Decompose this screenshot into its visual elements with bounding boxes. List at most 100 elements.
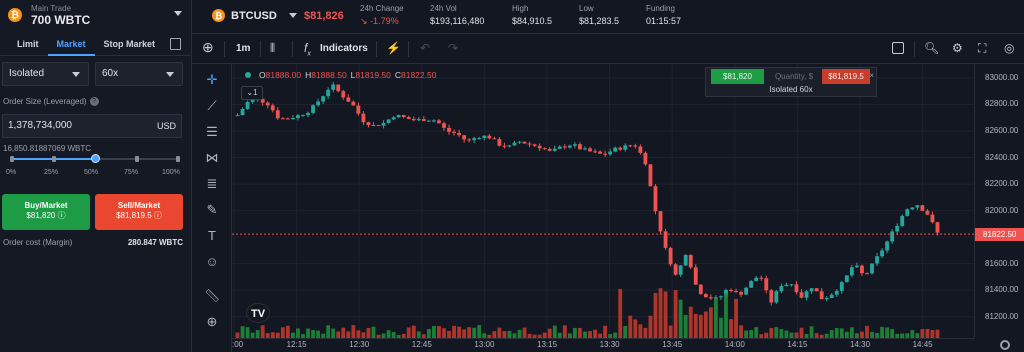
size-slider[interactable] [10, 154, 180, 163]
info-icon: ⓘ [57, 211, 66, 220]
buy-price: $81,820 [26, 211, 56, 220]
candle [482, 135, 487, 139]
slider-tick[interactable] [135, 156, 139, 162]
close-icon[interactable]: × [869, 71, 874, 80]
screenshot-icon[interactable]: ◎ [1004, 42, 1014, 54]
volume-bar [260, 325, 265, 338]
account-value: 700 WBTC [31, 12, 91, 27]
volume-bar [547, 328, 552, 338]
candle [749, 281, 754, 288]
candle [754, 277, 759, 282]
alert-icon[interactable]: ⚡ [386, 42, 401, 54]
help-icon[interactable]: ? [89, 97, 99, 107]
add-symbol-icon[interactable]: ⊕ [202, 40, 214, 54]
candle [935, 222, 940, 233]
volume-bar [386, 330, 391, 338]
candles-icon[interactable]: ⫴ [270, 42, 275, 54]
candle [512, 142, 517, 146]
ruler-icon[interactable]: 📏︎ [204, 288, 221, 304]
axis-settings-icon[interactable] [1000, 340, 1010, 350]
fullscreen-icon[interactable]: ⛶ [978, 42, 986, 54]
volume-bar [311, 330, 315, 338]
interval-button[interactable]: 1m [236, 43, 250, 54]
indicators-button[interactable]: Indicators [320, 43, 368, 54]
time-axis[interactable]: :00 12:15 12:30 12:45 13:00 13:15 13:30 13:45 14… [232, 338, 974, 352]
buy-label: Buy/Market [24, 201, 68, 210]
tab-market[interactable]: Market [47, 34, 95, 56]
candle [527, 143, 532, 145]
candle [542, 148, 547, 150]
volume-bar [477, 325, 482, 338]
brush-icon[interactable]: ✎ [204, 202, 220, 218]
volume-bar [834, 328, 839, 338]
slider-tick[interactable] [10, 156, 14, 162]
candle [819, 291, 824, 300]
quick-quantity-input[interactable]: Quantity, $ [766, 69, 822, 84]
candle [487, 135, 492, 139]
candle [653, 186, 658, 212]
tab-limit[interactable]: Limit [8, 34, 48, 56]
crosshair-icon[interactable]: ✛ [204, 72, 220, 88]
margin-mode-select[interactable]: Isolated [2, 62, 89, 86]
settings-icon[interactable]: ⚙ [952, 42, 963, 54]
candle [658, 211, 663, 232]
ohlc-open: 81888.00 [265, 70, 302, 80]
candle [296, 115, 300, 118]
order-type-tabs: Limit Market Stop Market [0, 34, 192, 56]
redo-icon[interactable]: ↷ [448, 42, 458, 54]
tradingview-logo: TV [246, 303, 270, 323]
y-tick-label: 82400.00 [985, 152, 1019, 162]
candle [668, 247, 673, 265]
emoji-icon[interactable]: ☺ [204, 254, 220, 270]
volume-bar [578, 327, 582, 338]
legend-collapse-button[interactable]: ⌄1 [241, 86, 263, 100]
chevron-down-icon [174, 11, 182, 16]
slider-mark: 100% [162, 169, 180, 176]
leverage-select[interactable]: 60x [95, 62, 183, 86]
fib-icon[interactable]: ≣ [204, 176, 220, 192]
candle [583, 148, 587, 150]
zoom-in-icon[interactable]: ⊕ [204, 314, 220, 330]
trendline-icon[interactable]: ⟋ [204, 98, 220, 114]
stat-value: $193,116,480 [430, 16, 485, 26]
candle [613, 147, 618, 152]
zoom-search-icon[interactable]: 🔍︎ [924, 42, 939, 54]
quick-sell-button[interactable]: $81,819.5 [822, 69, 870, 84]
candle [719, 296, 723, 298]
slider-tick[interactable] [52, 156, 56, 162]
stat-value: 01:15:57 [646, 16, 682, 26]
account-selector[interactable]: ₿ Main Trade 700 WBTC [0, 0, 192, 30]
layout-icon[interactable] [892, 42, 904, 54]
indicators-icon[interactable]: fx [304, 42, 311, 60]
volume-bar [462, 329, 467, 338]
text-icon[interactable]: T [204, 228, 220, 244]
slider-tick[interactable] [176, 156, 180, 162]
horizontal-lines-icon[interactable]: ☰ [204, 124, 220, 140]
sell-market-button[interactable]: Sell/Market $81,819.5 ⓘ [95, 194, 183, 230]
slider-handle[interactable] [91, 154, 100, 163]
ohlc-high: 81888.50 [311, 70, 347, 80]
volume-bar [935, 329, 940, 338]
price-axis[interactable]: 83000.00 82800.00 82600.00 82400.00 82200.00… [974, 64, 1024, 338]
y-tick-label: 82800.00 [985, 99, 1019, 109]
candle [920, 205, 925, 211]
buy-market-button[interactable]: Buy/Market $81,820 ⓘ [2, 194, 90, 230]
pitchfork-icon[interactable]: ⋈ [204, 150, 220, 166]
tab-stop-market[interactable]: Stop Market [95, 34, 165, 56]
volume-bar [910, 330, 915, 338]
symbol-selector[interactable]: ₿ BTCUSD [212, 9, 297, 22]
x-tick-label: 13:30 [599, 340, 620, 349]
volume-bar [497, 327, 502, 338]
candle [240, 108, 245, 116]
volume-bar [749, 330, 754, 338]
quick-buy-button[interactable]: $81,820 [711, 69, 764, 84]
volume-bar [351, 325, 356, 338]
volume-bar [472, 327, 477, 338]
volume-bar [724, 293, 728, 338]
calculator-icon[interactable] [170, 38, 181, 50]
candle [734, 290, 738, 293]
stat-high: High $84,910.5 [512, 4, 552, 28]
order-size-input[interactable]: 1,378,734,000 USD [2, 114, 182, 138]
undo-icon[interactable]: ↶ [420, 42, 430, 54]
price-chart[interactable] [232, 64, 974, 338]
